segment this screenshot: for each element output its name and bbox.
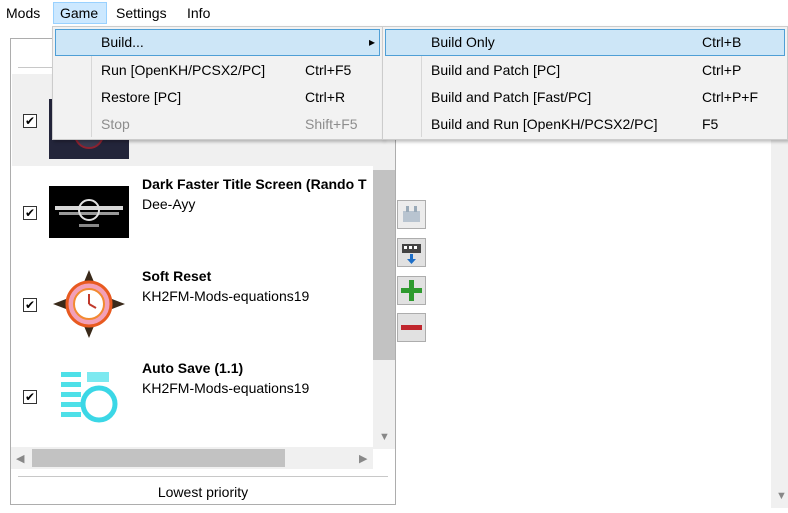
mod-title: Soft Reset — [142, 268, 212, 284]
mod-author: KH2FM-Mods-equations19 — [142, 288, 310, 304]
build-icon — [402, 244, 421, 264]
add-mod-button[interactable] — [397, 276, 426, 305]
submenu-item-build-and-run[interactable]: Build and Run [OpenKH/PCSX2/PC] F5 — [385, 111, 785, 138]
mod-checkbox[interactable]: ✔ — [23, 114, 37, 128]
menu-item-build[interactable]: Build... ▸ — [55, 29, 380, 56]
menu-game[interactable]: Game — [53, 2, 107, 24]
menu-info[interactable]: Info — [181, 2, 216, 24]
game-menu: Build... ▸ Run [OpenKH/PCSX2/PC] Ctrl+F5… — [52, 26, 383, 140]
menu-bar: Mods Game Settings Info — [0, 0, 788, 26]
submenu-item-build-and-patch-fast[interactable]: Build and Patch [Fast/PC] Ctrl+P+F — [385, 84, 785, 111]
mod-thumbnail — [49, 186, 129, 238]
mod-author: Dee-Ayy — [142, 196, 196, 212]
scroll-right-arrow-icon[interactable]: ▶ — [359, 452, 367, 465]
clock-icon — [49, 268, 129, 340]
details-scroll-down-icon[interactable]: ▼ — [776, 490, 787, 502]
mod-row[interactable]: ✔ Auto Save (1.1) KH2FM-Mods-equations19 — [12, 350, 373, 442]
priority-label: Lowest priority — [157, 484, 249, 500]
submenu-item-build-only[interactable]: Build Only Ctrl+B — [385, 29, 785, 56]
list-bottom-divider — [18, 476, 388, 477]
submenu-item-build-and-patch[interactable]: Build and Patch [PC] Ctrl+P — [385, 57, 785, 84]
horizontal-scroll-thumb[interactable] — [32, 449, 285, 467]
vertical-scroll-thumb[interactable] — [373, 170, 395, 360]
menu-item-restore[interactable]: Restore [PC] Ctrl+R — [55, 84, 380, 111]
build-button[interactable] — [397, 238, 426, 267]
mod-row[interactable]: ✔ Dark Faster Title Screen (Rando T Dee-… — [12, 166, 373, 258]
submenu-arrow-icon: ▸ — [369, 35, 376, 49]
mod-title: Dark Faster Title Screen (Rando T — [142, 176, 367, 192]
mod-title: Auto Save (1.1) — [142, 360, 244, 376]
menu-mods[interactable]: Mods — [0, 2, 46, 24]
menu-item-stop: Stop Shift+F5 — [101, 116, 358, 132]
menu-item-run[interactable]: Run [OpenKH/PCSX2/PC] Ctrl+F5 — [55, 57, 380, 84]
remove-icon — [401, 325, 422, 330]
add-icon — [401, 280, 422, 301]
mod-author: KH2FM-Mods-equations19 — [142, 380, 310, 396]
mod-icon — [403, 206, 420, 222]
mod-checkbox[interactable]: ✔ — [23, 390, 37, 404]
mod-row[interactable]: ✔ Soft Reset KH2FM-Mods-equations19 — [12, 258, 373, 350]
save-icon — [49, 368, 129, 428]
remove-mod-button[interactable] — [397, 313, 426, 342]
build-submenu: Build Only Ctrl+B Build and Patch [PC] C… — [382, 26, 788, 140]
mod-checkbox[interactable]: ✔ — [23, 206, 37, 220]
mod-checkbox[interactable]: ✔ — [23, 298, 37, 312]
scroll-down-arrow-icon[interactable]: ▼ — [379, 431, 390, 443]
scroll-left-arrow-icon[interactable]: ◀ — [16, 452, 24, 465]
move-up-button[interactable] — [397, 200, 426, 229]
menu-settings[interactable]: Settings — [110, 2, 173, 24]
